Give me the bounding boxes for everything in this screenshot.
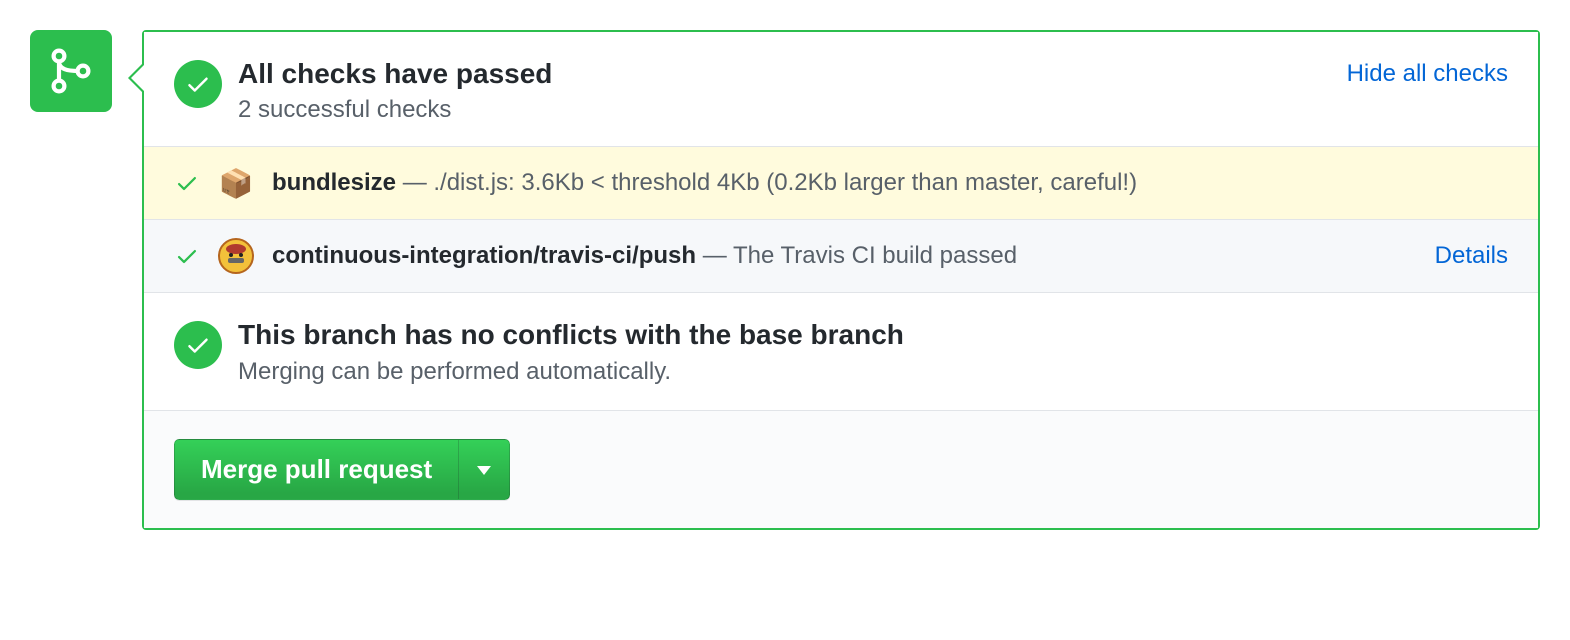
check-description: The Travis CI build passed — [733, 242, 1017, 269]
check-row: continuous-integration/travis-ci/push — … — [144, 219, 1538, 292]
mergeability-subtitle: Merging can be performed automatically. — [238, 358, 1508, 386]
merge-action-bar: Merge pull request — [144, 410, 1538, 528]
check-row: 📦 bundlesize — ./dist.js: 3.6Kb < thresh… — [144, 146, 1538, 219]
check-text: continuous-integration/travis-ci/push — … — [272, 242, 1417, 270]
merge-dropdown-button[interactable] — [458, 439, 510, 500]
check-sep: — — [696, 242, 733, 269]
check-icon — [175, 171, 199, 195]
check-text: bundlesize — ./dist.js: 3.6Kb < threshol… — [272, 169, 1508, 197]
check-context: continuous-integration/travis-ci/push — [272, 242, 696, 269]
check-status-icon — [174, 171, 200, 195]
checks-title: All checks have passed — [238, 56, 1331, 92]
check-status-icon — [174, 244, 200, 268]
check-icon — [175, 244, 199, 268]
check-icon — [185, 332, 211, 358]
check-description: ./dist.js: 3.6Kb < threshold 4Kb (0.2Kb … — [433, 169, 1137, 196]
mergeability-section: This branch has no conflicts with the ba… — [144, 292, 1538, 409]
mergeability-title: This branch has no conflicts with the ba… — [238, 317, 1508, 353]
check-icon — [185, 71, 211, 97]
check-details-link[interactable]: Details — [1435, 242, 1508, 270]
check-context: bundlesize — [272, 169, 396, 196]
merge-button-group: Merge pull request — [174, 439, 510, 500]
caret-down-icon — [477, 466, 491, 475]
status-success-circle — [174, 321, 222, 369]
travis-icon — [218, 238, 254, 274]
toggle-checks-link[interactable]: Hide all checks — [1347, 60, 1508, 88]
merge-pull-request-button[interactable]: Merge pull request — [174, 439, 458, 500]
status-success-circle — [174, 60, 222, 108]
package-icon: 📦 — [218, 165, 254, 201]
merge-status-panel: All checks have passed 2 successful chec… — [142, 30, 1540, 530]
check-sep: — — [396, 169, 433, 196]
checks-summary: All checks have passed 2 successful chec… — [144, 32, 1538, 146]
merge-badge — [30, 30, 112, 112]
checks-subtitle: 2 successful checks — [238, 96, 1331, 124]
git-merge-icon — [47, 47, 95, 95]
